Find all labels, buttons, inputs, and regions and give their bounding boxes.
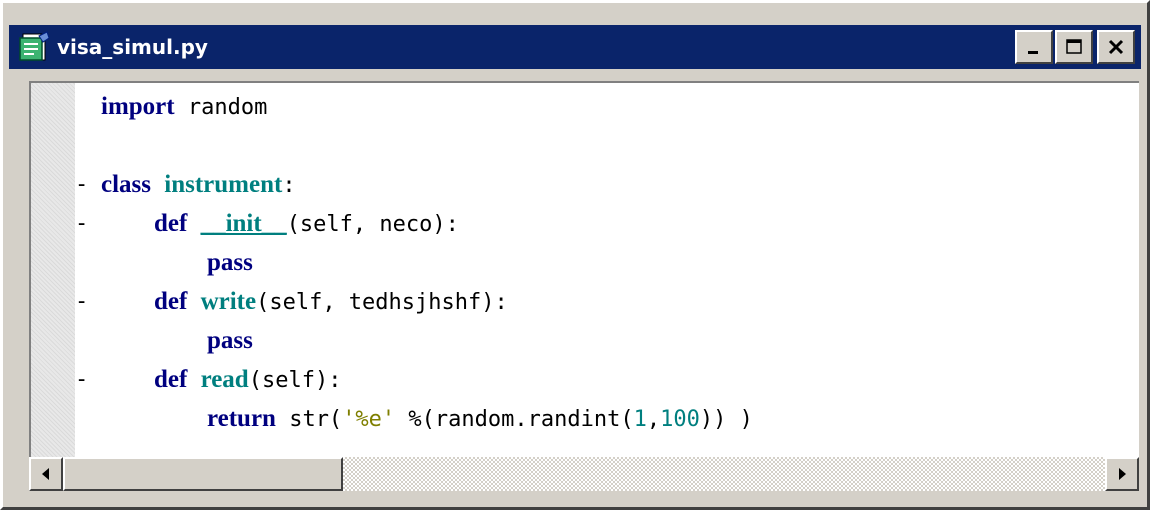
code-area[interactable]: import random - class instrument: - def __i… xyxy=(75,87,753,438)
code-token: )) ) xyxy=(699,407,753,432)
title-bar[interactable]: visa_simul.py xyxy=(9,25,1141,69)
code-token: read xyxy=(200,366,249,393)
minimize-icon xyxy=(1028,51,1038,54)
scroll-left-button[interactable] xyxy=(29,457,63,491)
code-token: , xyxy=(646,407,661,432)
code-token: random xyxy=(174,95,268,120)
python-file-icon xyxy=(17,30,51,64)
code-token: class xyxy=(101,171,151,198)
fold-marker[interactable]: - xyxy=(75,204,89,243)
horizontal-scrollbar[interactable] xyxy=(29,457,1139,491)
code-line[interactable]: - def write(self, tedhsjhshf): xyxy=(75,282,753,321)
code-line[interactable]: - def read(self): xyxy=(75,360,753,399)
code-token: (self): xyxy=(248,368,342,393)
window-title: visa_simul.py xyxy=(57,35,208,59)
code-token: __init__ xyxy=(200,210,287,237)
code-token: (self, neco): xyxy=(286,212,459,237)
code-token: import xyxy=(101,93,175,120)
code-line[interactable]: import random xyxy=(101,87,753,126)
code-token: (self, tedhsjhshf): xyxy=(256,290,508,315)
scroll-right-button[interactable] xyxy=(1105,457,1139,491)
maximize-icon xyxy=(1066,39,1082,54)
code-token: pass xyxy=(206,249,253,276)
code-token: '%e' xyxy=(342,407,396,432)
code-token: instrument xyxy=(164,171,283,198)
fold-marker[interactable]: - xyxy=(75,360,89,399)
code-token: pass xyxy=(206,327,253,354)
line-gutter xyxy=(31,83,75,457)
code-line[interactable]: - def __init__(self, neco): xyxy=(75,204,753,243)
arrow-right-icon xyxy=(1119,468,1126,480)
minimize-button[interactable] xyxy=(1015,30,1053,64)
code-token: 100 xyxy=(660,407,700,432)
maximize-button[interactable] xyxy=(1055,30,1093,64)
code-line[interactable] xyxy=(101,126,753,165)
code-token: def xyxy=(153,288,188,315)
close-button[interactable] xyxy=(1097,30,1135,64)
scrollbar-thumb[interactable] xyxy=(63,457,343,491)
close-icon xyxy=(1108,39,1124,55)
fold-marker[interactable]: - xyxy=(75,165,89,204)
code-token: %(random.randint( xyxy=(395,407,634,432)
window-controls xyxy=(1015,30,1135,64)
code-line[interactable]: pass xyxy=(101,321,753,360)
code-token: 1 xyxy=(633,407,647,432)
fold-marker[interactable]: - xyxy=(75,282,89,321)
code-editor[interactable]: import random - class instrument: - def __i… xyxy=(29,81,1139,457)
code-token: def xyxy=(153,210,188,237)
code-line[interactable]: return str('%e' %(random.randint(1,100))… xyxy=(101,399,753,438)
arrow-left-icon xyxy=(42,468,49,480)
code-token: return xyxy=(206,405,276,432)
code-line[interactable]: pass xyxy=(101,243,753,282)
code-token: write xyxy=(200,288,257,315)
code-token: def xyxy=(153,366,188,393)
editor-window: visa_simul.py import random - class instru… xyxy=(0,0,1150,510)
code-token: str( xyxy=(275,407,343,432)
code-line[interactable]: - class instrument: xyxy=(75,165,753,204)
code-token: : xyxy=(282,173,296,198)
